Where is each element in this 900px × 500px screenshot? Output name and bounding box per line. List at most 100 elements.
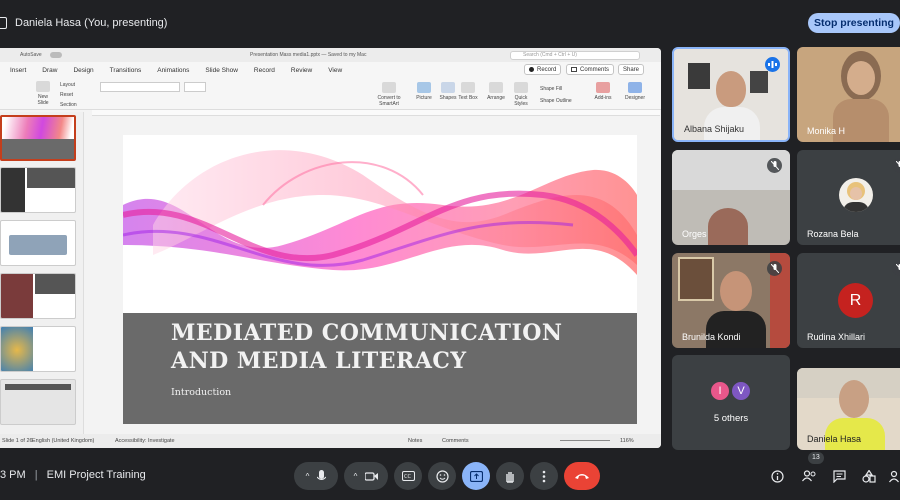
raise-hand-button[interactable] bbox=[496, 462, 524, 490]
thumbnail-slide-6[interactable] bbox=[0, 379, 76, 425]
thumbnail-slide-4[interactable] bbox=[0, 273, 76, 319]
host-controls-button[interactable] bbox=[886, 467, 900, 485]
participant-tile-brunilda[interactable]: Brunilda Kondi bbox=[672, 253, 790, 348]
slide-subtitle[interactable]: Introduction bbox=[171, 387, 231, 398]
menu-transitions[interactable]: Transitions bbox=[110, 67, 142, 74]
participant-tile-daniela[interactable]: Daniela Hasa bbox=[797, 368, 900, 450]
menu-draw[interactable]: Draw bbox=[42, 67, 57, 74]
chevron-up-icon[interactable]: ^ bbox=[306, 472, 310, 481]
captions-button[interactable]: CC bbox=[394, 462, 422, 490]
chat-icon bbox=[832, 469, 846, 483]
meeting-info: 3 PM | EMI Project Training bbox=[0, 469, 146, 481]
leave-call-button[interactable] bbox=[564, 462, 600, 490]
slide-canvas[interactable]: MEDIATED COMMUNICATION AND MEDIA LITERAC… bbox=[123, 135, 637, 424]
text-box-button[interactable]: Text Box bbox=[458, 82, 478, 101]
accessibility-status[interactable]: Accessibility: Investigate bbox=[115, 438, 175, 444]
meeting-details-button[interactable] bbox=[768, 467, 786, 485]
chat-button[interactable] bbox=[830, 467, 848, 485]
info-icon bbox=[770, 469, 784, 483]
autosave-label: AutoSave bbox=[20, 52, 42, 58]
reset-button[interactable]: Reset bbox=[60, 90, 77, 100]
designer-label: Designer bbox=[624, 95, 645, 101]
share-button[interactable]: Share bbox=[618, 64, 645, 75]
zoom-level[interactable]: 116% bbox=[620, 438, 634, 444]
present-now-button[interactable] bbox=[462, 462, 490, 490]
chevron-up-icon[interactable]: ^ bbox=[354, 472, 358, 481]
text-box-icon bbox=[461, 82, 475, 93]
picture-button[interactable]: Picture bbox=[412, 82, 436, 101]
comments-button[interactable]: Comments bbox=[566, 64, 615, 75]
font-size-select[interactable] bbox=[184, 82, 206, 92]
arrange-button[interactable]: Arrange bbox=[484, 82, 508, 101]
slide-thumbnails-panel bbox=[0, 112, 84, 434]
menu-insert[interactable]: Insert bbox=[10, 67, 26, 74]
presenter-label: Daniela Hasa (You, presenting) bbox=[15, 17, 168, 29]
camera-icon[interactable] bbox=[365, 471, 379, 481]
activities-button[interactable] bbox=[860, 467, 878, 485]
convert-label: Convert to SmartArt bbox=[377, 95, 401, 107]
clock-time: 3 PM bbox=[0, 469, 26, 481]
mic-control-group: ^ bbox=[294, 462, 338, 490]
microphone-icon[interactable] bbox=[317, 469, 327, 483]
thumbnail-slide-1[interactable] bbox=[0, 115, 76, 161]
stop-presenting-button[interactable]: Stop presenting bbox=[808, 13, 900, 33]
autosave-toggle[interactable] bbox=[50, 52, 62, 58]
mic-muted-icon bbox=[892, 158, 900, 173]
record-button[interactable]: Record bbox=[524, 64, 562, 75]
section-button[interactable]: Section bbox=[60, 100, 77, 110]
reactions-button[interactable] bbox=[428, 462, 456, 490]
thumbnail-slide-3[interactable] bbox=[0, 220, 76, 266]
add-ins-button[interactable]: Add-ins bbox=[592, 82, 614, 101]
present-screen-icon bbox=[469, 470, 483, 482]
ppt-status-bar: Slide 1 of 26 English (United Kingdom) A… bbox=[0, 434, 661, 448]
participant-tile-monika[interactable]: Monika H bbox=[797, 47, 900, 142]
ppt-search-input[interactable]: Search (Cmd + Ctrl + U) bbox=[510, 50, 640, 60]
participant-tile-rozana[interactable]: Rozana Bela bbox=[797, 150, 900, 245]
participant-tile-albana[interactable]: Albana Shijaku bbox=[672, 47, 790, 142]
thumbnail-slide-2[interactable] bbox=[0, 167, 76, 213]
shape-fill-button[interactable]: Shape Fill bbox=[540, 83, 572, 95]
comments-label: Comments bbox=[580, 66, 610, 73]
mic-muted-icon bbox=[767, 158, 782, 173]
quick-styles-button[interactable]: Quick Styles bbox=[510, 82, 532, 107]
font-family-select[interactable] bbox=[100, 82, 180, 92]
people-button[interactable] bbox=[800, 467, 818, 485]
participant-avatar: I bbox=[709, 380, 731, 402]
wall-picture bbox=[678, 257, 714, 301]
thumbnail-slide-5[interactable] bbox=[0, 326, 76, 372]
participant-tile-orges[interactable]: Orges bbox=[672, 150, 790, 245]
menu-record[interactable]: Record bbox=[254, 67, 275, 74]
convert-smartart-button[interactable]: Convert to SmartArt bbox=[372, 82, 406, 107]
slide-layout-group: Layout Reset Section bbox=[60, 80, 77, 110]
new-slide-button[interactable]: New Slide bbox=[32, 81, 54, 106]
horizontal-ruler bbox=[92, 110, 660, 116]
menu-view[interactable]: View bbox=[328, 67, 342, 74]
notes-button[interactable]: Notes bbox=[408, 438, 422, 444]
shapes-button[interactable]: Shapes bbox=[436, 82, 460, 101]
participant-count-badge: 13 bbox=[808, 452, 824, 464]
menu-design[interactable]: Design bbox=[73, 67, 93, 74]
shapes-icon bbox=[441, 82, 455, 93]
menu-slide-show[interactable]: Slide Show bbox=[205, 67, 238, 74]
hand-icon bbox=[506, 471, 514, 483]
meeting-title: EMI Project Training bbox=[46, 469, 146, 481]
participant-name: Rudina Xhillari bbox=[807, 332, 866, 342]
quick-styles-label: Quick Styles bbox=[514, 95, 528, 107]
picture-label: Picture bbox=[416, 95, 432, 101]
menu-review[interactable]: Review bbox=[291, 67, 312, 74]
shape-outline-button[interactable]: Shape Outline bbox=[540, 95, 572, 107]
more-options-button[interactable] bbox=[530, 462, 558, 490]
comments-status-button[interactable]: Comments bbox=[442, 438, 469, 444]
participant-tile-others[interactable]: I V 5 others bbox=[672, 355, 790, 450]
new-slide-label: New Slide bbox=[37, 94, 49, 106]
designer-button[interactable]: Designer bbox=[622, 82, 648, 101]
participant-tile-rudina[interactable]: R Rudina Xhillari bbox=[797, 253, 900, 348]
language-status[interactable]: English (United Kingdom) bbox=[32, 438, 94, 444]
wall-frame bbox=[688, 63, 710, 89]
zoom-slider[interactable] bbox=[560, 440, 610, 441]
layout-button[interactable]: Layout bbox=[60, 80, 77, 90]
record-label: Record bbox=[537, 66, 557, 73]
menu-animations[interactable]: Animations bbox=[157, 67, 189, 74]
slide-title[interactable]: MEDIATED COMMUNICATION AND MEDIA LITERAC… bbox=[171, 319, 611, 375]
picture-icon bbox=[417, 82, 431, 93]
